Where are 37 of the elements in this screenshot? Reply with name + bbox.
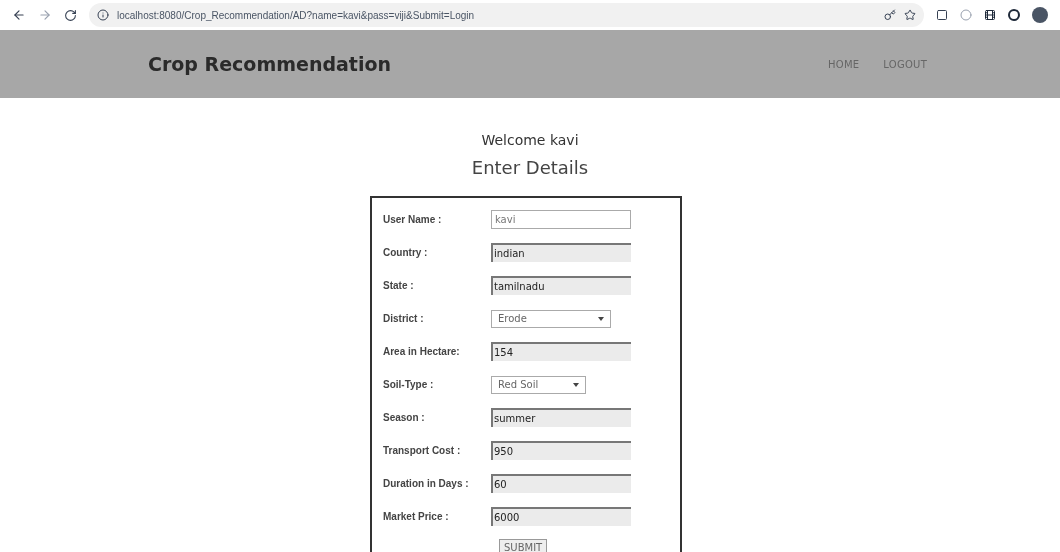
text-field[interactable]: indian — [491, 243, 631, 262]
text-field[interactable]: 6000 — [491, 507, 631, 526]
field-label: District : — [383, 312, 425, 326]
text-field[interactable]: kavi — [491, 210, 631, 229]
extension-icon[interactable] — [984, 9, 996, 21]
field-label: Area in Hectare: — [383, 345, 461, 359]
dropdown[interactable]: Erode — [491, 309, 611, 328]
text-field[interactable]: summer — [491, 408, 631, 427]
welcome-text: Welcome kavi — [481, 131, 579, 150]
caret-icon — [598, 316, 604, 321]
text-field[interactable]: tamilnadu — [491, 276, 631, 295]
url-text: localhost:8080/Crop_Recommendation/AD?name=kavi&pass=viji&Submit=Login — [117, 8, 476, 23]
key-icon[interactable] — [884, 9, 896, 21]
extension-icon[interactable] — [1008, 9, 1020, 21]
caret-icon — [573, 382, 579, 387]
field-label: Market Price : — [383, 510, 450, 524]
dropdown[interactable]: Red Soil — [491, 375, 586, 394]
field-label: Transport Cost : — [383, 444, 462, 458]
text-field[interactable]: 60 — [491, 474, 631, 493]
text-field[interactable]: 154 — [491, 342, 631, 361]
field-label: Soil-Type : — [383, 378, 435, 392]
address-bar[interactable]: localhost:8080/Crop_Recommendation/AD?name=kavi&pass=viji&Submit=Login — [89, 3, 924, 27]
extension-icon[interactable] — [936, 9, 948, 21]
star-icon[interactable] — [904, 9, 916, 21]
field-label: Country : — [383, 246, 429, 260]
submit-button[interactable]: SUBMIT — [499, 538, 548, 552]
field-label: Duration in Days : — [383, 477, 470, 491]
site-title: Crop Recommendation — [148, 51, 393, 77]
reload-icon[interactable] — [64, 8, 77, 22]
field-label: User Name : — [383, 213, 443, 227]
page-heading: Enter Details — [471, 156, 589, 180]
field-label: Season : — [383, 411, 426, 425]
back-icon[interactable] — [12, 8, 26, 22]
text-field[interactable]: 950 — [491, 441, 631, 460]
field-label: State : — [383, 279, 415, 293]
profile-avatar[interactable] — [1032, 7, 1048, 23]
info-icon — [97, 9, 109, 21]
